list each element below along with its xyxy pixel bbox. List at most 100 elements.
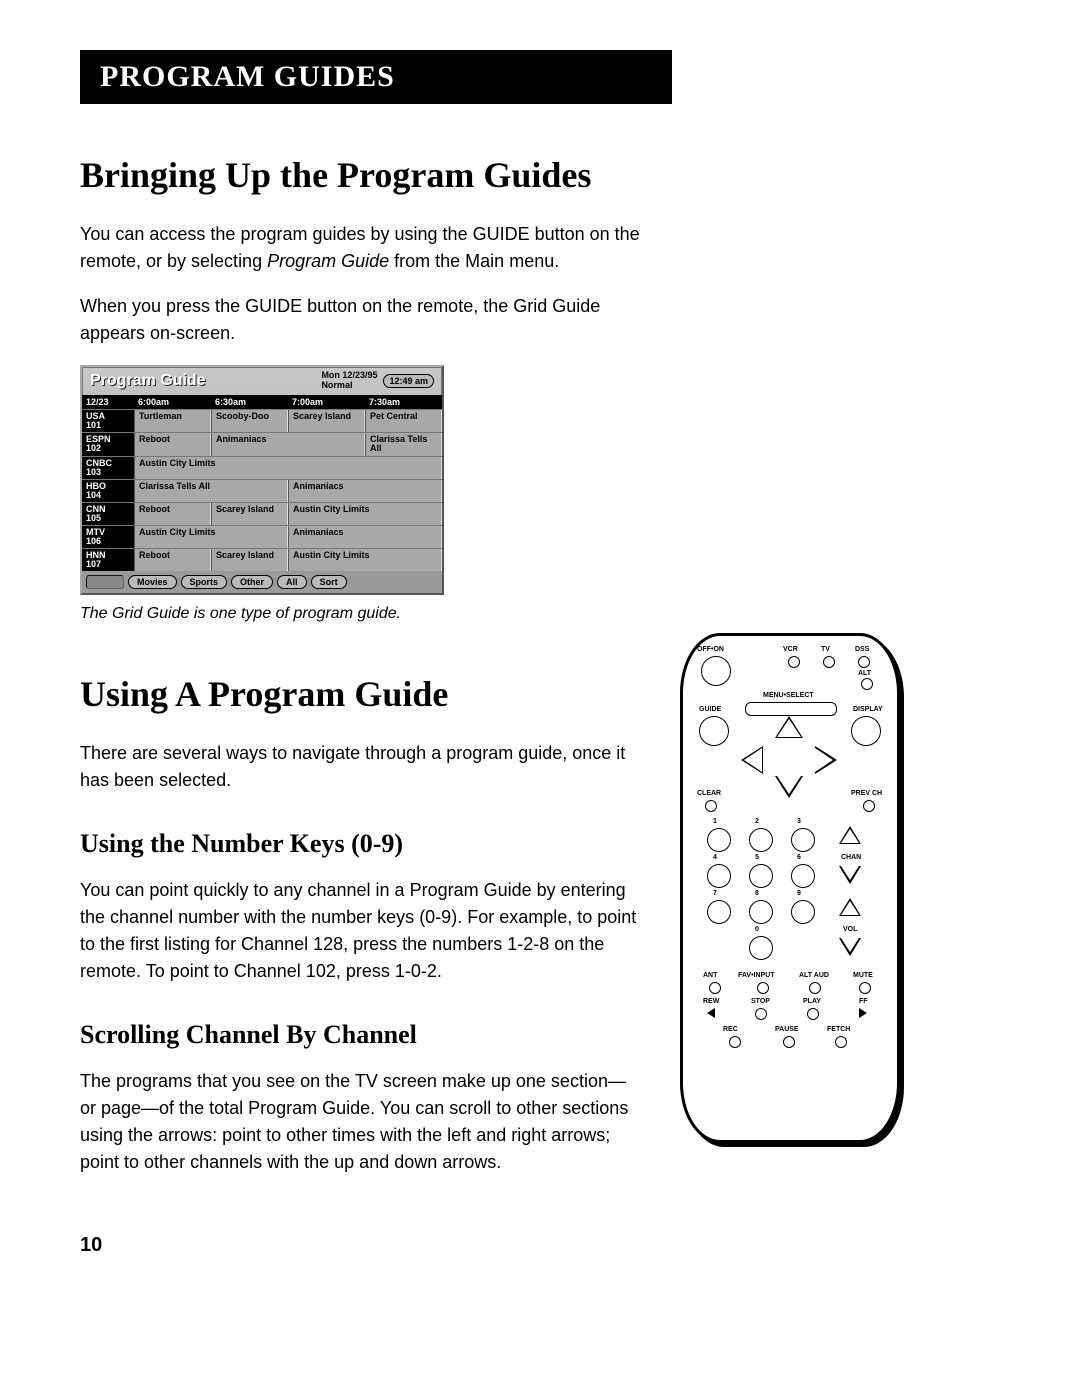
pg-program-cell[interactable]: Austin City Limits — [288, 503, 442, 525]
pg-time-2: 7:00am — [288, 395, 365, 409]
pg-btn-movies[interactable]: Movies — [128, 575, 177, 589]
label-0: 0 — [755, 926, 759, 933]
label-vcr: VCR — [783, 646, 798, 653]
label-guide: GUIDE — [699, 706, 721, 713]
pg-selector-icon — [86, 575, 124, 589]
label-stop: STOP — [751, 998, 770, 1005]
pg-btn-sort[interactable]: Sort — [311, 575, 347, 589]
pg-time-1: 6:30am — [211, 395, 288, 409]
altaud-button[interactable] — [809, 982, 821, 994]
mute-button[interactable] — [859, 982, 871, 994]
pg-program-cell[interactable]: Clarissa Tells All — [134, 480, 288, 502]
rec-button[interactable] — [729, 1036, 741, 1048]
label-9: 9 — [797, 890, 801, 897]
num-3-button[interactable] — [791, 828, 815, 852]
program-guide-footer: Movies Sports Other All Sort — [82, 571, 442, 593]
pg-channel-cell[interactable]: HNN107 — [82, 549, 134, 571]
pg-program-cell[interactable]: Animaniacs — [288, 480, 442, 502]
power-button[interactable] — [701, 656, 731, 686]
display-button[interactable] — [851, 716, 881, 746]
pg-program-cell[interactable]: Reboot — [134, 549, 211, 571]
fetch-button[interactable] — [835, 1036, 847, 1048]
pg-channel-cell[interactable]: CNBC103 — [82, 457, 134, 479]
pg-channel-row: ESPN102RebootAnimaniacsClarissa Tells Al… — [82, 432, 442, 456]
label-chan: CHAN — [841, 854, 861, 861]
prevch-button[interactable] — [863, 800, 875, 812]
pg-program-cell[interactable]: Reboot — [134, 503, 211, 525]
num-9-button[interactable] — [791, 900, 815, 924]
pg-time-0: 6:00am — [134, 395, 211, 409]
guide-button[interactable] — [699, 716, 729, 746]
pg-channel-cell[interactable]: ESPN102 — [82, 433, 134, 456]
tv-button[interactable] — [823, 656, 835, 668]
pg-channel-row: HNN107RebootScarey IslandAustin City Lim… — [82, 548, 442, 571]
alt-button[interactable] — [861, 678, 873, 690]
pg-program-list: Austin City Limits — [134, 457, 442, 479]
pg-program-cell[interactable]: Scarey Island — [211, 503, 288, 525]
pg-channel-cell[interactable]: USA101 — [82, 410, 134, 432]
program-guide-clock: 12:49 am — [383, 374, 434, 388]
number-keys-paragraph: You can point quickly to any channel in … — [80, 877, 640, 985]
pg-btn-all[interactable]: All — [277, 575, 307, 589]
pg-channel-cell[interactable]: CNN105 — [82, 503, 134, 525]
clear-button[interactable] — [705, 800, 717, 812]
stop-button[interactable] — [755, 1008, 767, 1020]
pg-program-cell[interactable]: Scarey Island — [288, 410, 365, 432]
pg-btn-sports[interactable]: Sports — [181, 575, 228, 589]
heading-scroll-channel: Scrolling Channel By Channel — [80, 1020, 640, 1050]
intro-italic: Program Guide — [267, 251, 389, 271]
pg-program-cell[interactable]: Scooby-Doo — [211, 410, 288, 432]
pg-program-cell[interactable]: Pet Central — [365, 410, 442, 432]
pg-time-3: 7:30am — [365, 395, 442, 409]
pg-program-cell[interactable]: Animaniacs — [288, 526, 442, 548]
num-8-button[interactable] — [749, 900, 773, 924]
pg-program-cell[interactable]: Turtleman — [134, 410, 211, 432]
label-dss: DSS — [855, 646, 869, 653]
scroll-channel-paragraph: The programs that you see on the TV scre… — [80, 1068, 640, 1176]
manual-page: PROGRAM GUIDES Bringing Up the Program G… — [0, 0, 1080, 1297]
num-1-button[interactable] — [707, 828, 731, 852]
label-4: 4 — [713, 854, 717, 861]
label-off-on: OFF•ON — [697, 646, 724, 653]
heading-bringing-up: Bringing Up the Program Guides — [80, 154, 1000, 196]
num-7-button[interactable] — [707, 900, 731, 924]
label-rew: REW — [703, 998, 719, 1005]
fav-button[interactable] — [757, 982, 769, 994]
pg-program-cell[interactable]: Scarey Island — [211, 549, 288, 571]
program-guide-title: Program Guide — [90, 372, 321, 390]
num-6-button[interactable] — [791, 864, 815, 888]
program-guide-header: Program Guide Mon 12/23/95 Normal 12:49 … — [82, 367, 442, 395]
pg-channel-row: CNBC103Austin City Limits — [82, 456, 442, 479]
num-0-button[interactable] — [749, 936, 773, 960]
ant-button[interactable] — [709, 982, 721, 994]
pg-program-cell[interactable]: Austin City Limits — [134, 457, 442, 479]
pg-btn-other[interactable]: Other — [231, 575, 273, 589]
num-2-button[interactable] — [749, 828, 773, 852]
pg-channel-row: CNN105RebootScarey IslandAustin City Lim… — [82, 502, 442, 525]
pg-program-cell[interactable]: Austin City Limits — [288, 549, 442, 571]
num-5-button[interactable] — [749, 864, 773, 888]
intro-paragraph-1: You can access the program guides by usi… — [80, 221, 640, 275]
page-number: 10 — [80, 1234, 1000, 1257]
dss-button[interactable] — [858, 656, 870, 668]
pg-program-cell[interactable]: Austin City Limits — [134, 526, 288, 548]
label-vol: VOL — [843, 926, 857, 933]
play-button[interactable] — [807, 1008, 819, 1020]
label-ant: ANT — [703, 972, 717, 979]
pg-program-cell[interactable]: Reboot — [134, 433, 211, 456]
ff-button[interactable] — [859, 1008, 867, 1018]
menu-select-button[interactable] — [745, 702, 837, 716]
pg-program-cell[interactable]: Animaniacs — [211, 433, 365, 456]
num-4-button[interactable] — [707, 864, 731, 888]
pg-program-cell[interactable]: Clarissa Tells All — [365, 433, 442, 456]
vcr-button[interactable] — [788, 656, 800, 668]
program-guide-widget: Program Guide Mon 12/23/95 Normal 12:49 … — [80, 365, 444, 595]
rew-button[interactable] — [707, 1008, 715, 1018]
pg-channel-cell[interactable]: MTV106 — [82, 526, 134, 548]
pg-channel-cell[interactable]: HBO104 — [82, 480, 134, 502]
label-fetch: FETCH — [827, 1026, 850, 1033]
program-guide-timebar: 12/23 6:00am 6:30am 7:00am 7:30am — [82, 395, 442, 409]
label-5: 5 — [755, 854, 759, 861]
pause-button[interactable] — [783, 1036, 795, 1048]
label-pause: PAUSE — [775, 1026, 799, 1033]
